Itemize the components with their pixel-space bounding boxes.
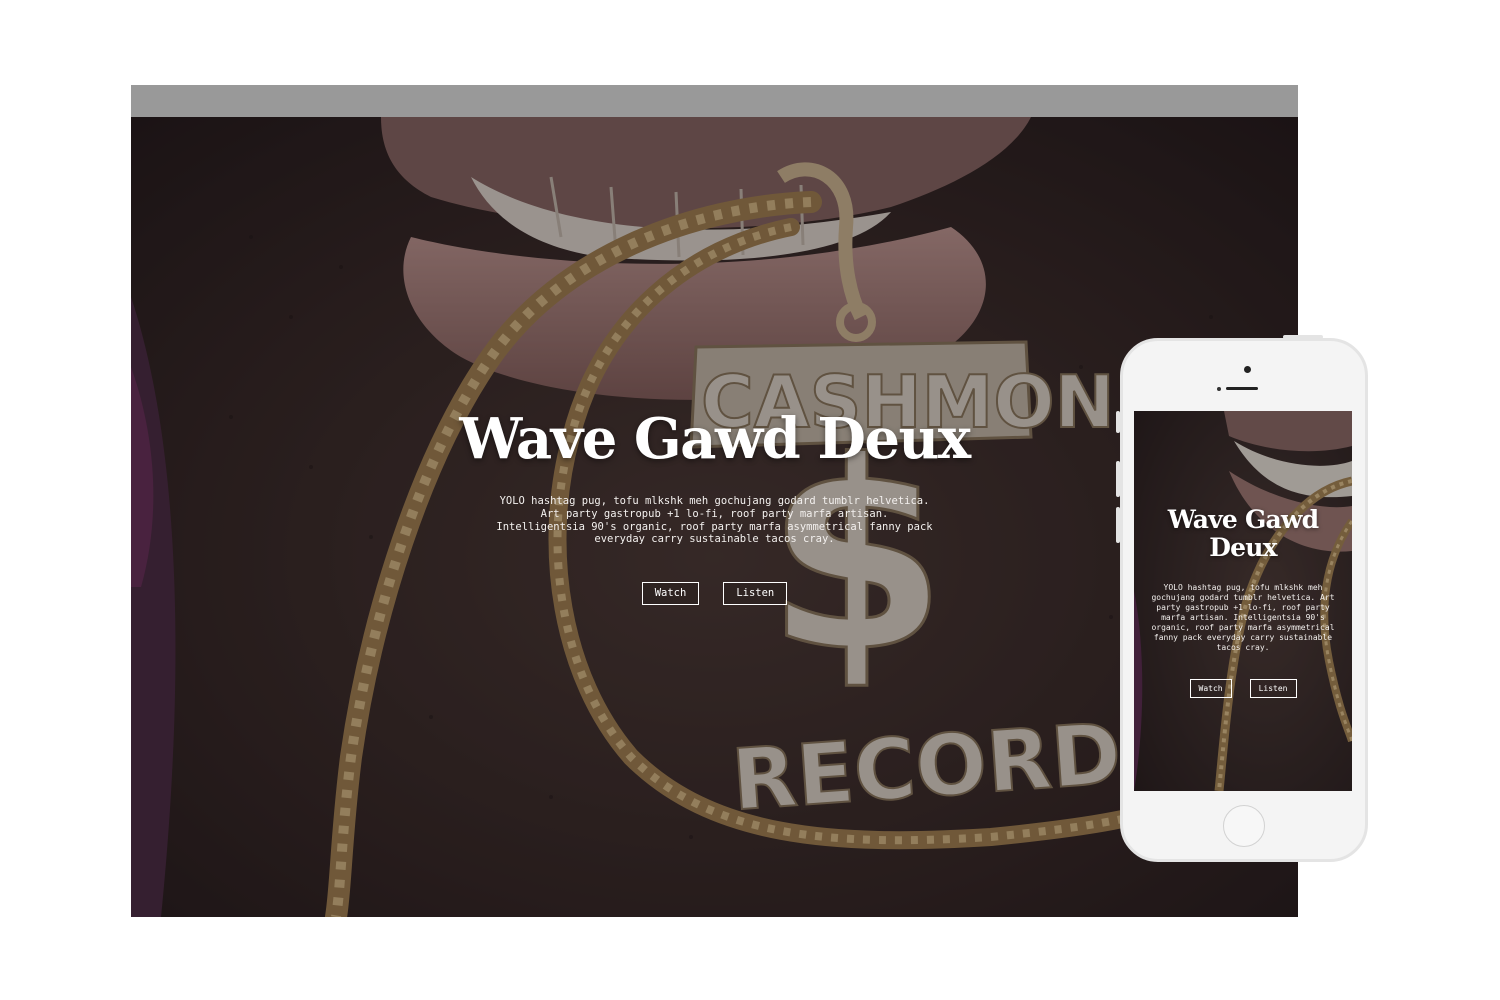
phone-sensor: [1217, 387, 1221, 391]
hero-description: YOLO hashtag pug, tofu mlkshk meh gochuj…: [496, 495, 933, 546]
phone-power-button: [1283, 335, 1323, 339]
watch-button[interactable]: Watch: [641, 582, 700, 605]
phone-screen: Wave Gawd Deux YOLO hashtag pug, tofu ml…: [1134, 411, 1352, 791]
mobile-hero-description: YOLO hashtag pug, tofu mlkshk meh gochuj…: [1151, 583, 1335, 652]
mobile-hero-button-group: Watch Listen: [1134, 679, 1352, 698]
phone-mockup: Wave Gawd Deux YOLO hashtag pug, tofu ml…: [1116, 335, 1368, 862]
mobile-watch-button[interactable]: Watch: [1189, 679, 1232, 698]
phone-mute-switch: [1116, 411, 1120, 433]
mobile-listen-button[interactable]: Listen: [1249, 679, 1297, 698]
phone-speaker: [1226, 387, 1258, 390]
phone-camera: [1244, 366, 1251, 373]
mobile-hero-title: Wave Gawd Deux: [1167, 505, 1319, 562]
listen-button[interactable]: Listen: [723, 582, 788, 605]
mockup-stage: CASHMONEY $ RECORDS Wave Gawd Deux YOLO …: [0, 0, 1500, 1000]
phone-volume-down: [1116, 507, 1120, 543]
phone-volume-up: [1116, 461, 1120, 497]
phone-home-button[interactable]: [1223, 805, 1265, 847]
browser-toolbar: [131, 85, 1298, 117]
